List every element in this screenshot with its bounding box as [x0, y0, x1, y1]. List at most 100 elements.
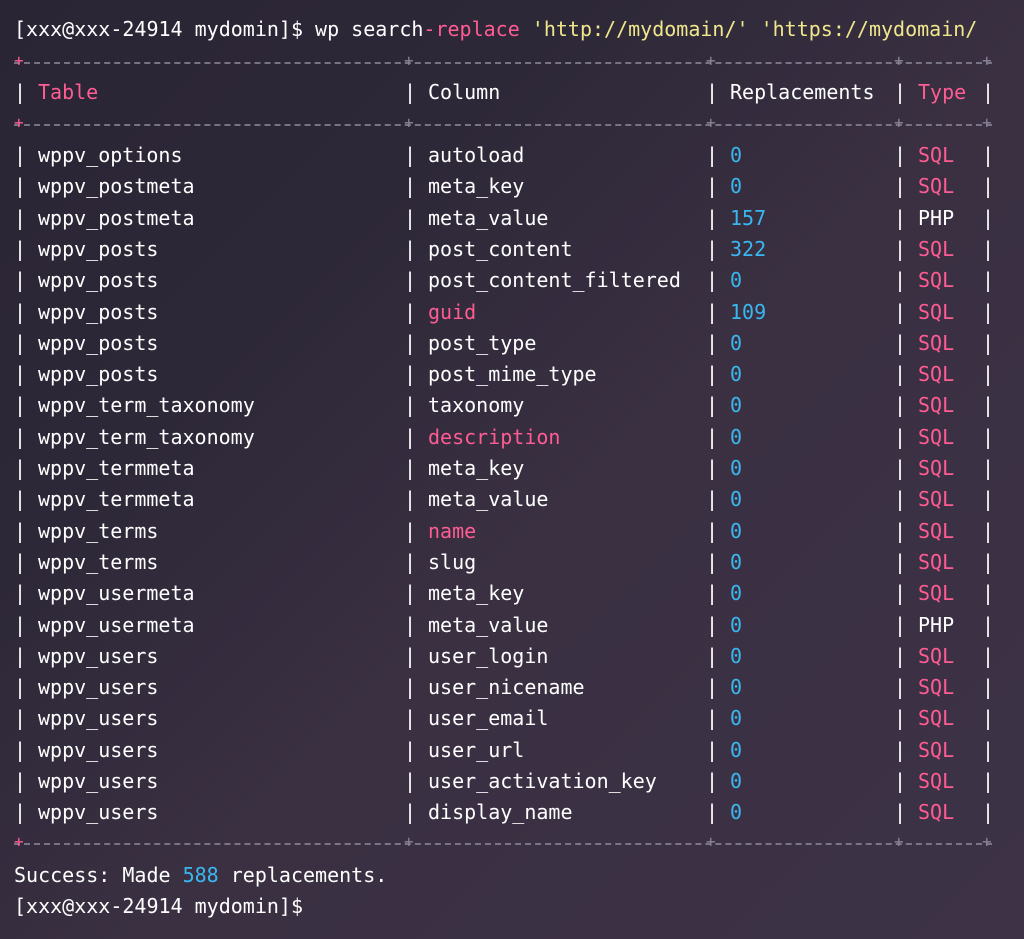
command-subcommand: -replace — [423, 17, 520, 41]
command-name: wp search — [315, 17, 424, 41]
table-corner: + — [982, 832, 992, 851]
column-divider: | — [894, 174, 907, 199]
table-row: | wppv_posts | guid | 109 | SQL | — [14, 297, 1014, 328]
cell-type: SQL — [918, 299, 955, 324]
final-prompt-line[interactable]: [xxx@xxx-24914 mydomin]$ — [14, 891, 303, 922]
column-divider: | — [894, 612, 907, 637]
column-divider: | — [982, 737, 995, 762]
table-row: | wppv_terms | slug | 0 | SQL | — [14, 547, 1014, 578]
cell-table: wppv_termmeta — [38, 487, 195, 512]
cell-table: wppv_usermeta — [38, 612, 195, 637]
column-divider: | — [982, 549, 995, 574]
terminal-window[interactable]: [xxx@xxx-24914 mydomin]$ wp search-repla… — [0, 0, 1024, 939]
cell-column: post_content — [428, 236, 573, 261]
column-divider: | — [894, 456, 907, 480]
cell-replacements: 322 — [730, 236, 767, 261]
result-count: 588 — [182, 863, 219, 887]
command-arg-replace: 'https://mydomain/ — [760, 17, 978, 41]
column-divider: | — [14, 268, 27, 293]
column-divider: | — [706, 581, 719, 606]
column-divider: | — [706, 174, 719, 199]
cell-type: SQL — [918, 737, 955, 762]
cell-column: name — [428, 518, 477, 543]
column-divider: | — [982, 456, 995, 480]
cell-table: wppv_users — [38, 643, 159, 668]
cell-type: SQL — [918, 236, 955, 261]
cell-table: wppv_posts — [38, 330, 159, 355]
column-divider: | — [982, 800, 995, 825]
cell-type: SQL — [918, 330, 955, 355]
cell-replacements: 0 — [730, 518, 743, 543]
shell-prompt: [xxx@xxx-24914 mydomin]$ — [14, 17, 303, 41]
table-row: | wppv_users | user_nicename | 0 | SQL | — [14, 672, 1014, 703]
column-divider: | — [14, 424, 27, 449]
column-divider: | — [706, 643, 719, 668]
column-divider: | — [14, 143, 27, 167]
column-divider: | — [14, 549, 27, 574]
cell-table: wppv_posts — [38, 299, 159, 324]
table-corner: + — [982, 51, 992, 70]
column-divider: | — [14, 612, 27, 637]
column-divider: | — [894, 706, 907, 731]
column-divider: | — [894, 643, 907, 668]
command-line: [xxx@xxx-24914 mydomin]$ wp search-repla… — [14, 14, 977, 45]
cell-replacements: 157 — [730, 205, 767, 230]
cell-replacements: 0 — [730, 424, 743, 449]
table-row: | wppv_posts | post_content_filtered | 0 | SQL | — [14, 265, 1014, 296]
table-corner: + — [404, 51, 414, 70]
cell-column: meta_key — [428, 174, 525, 199]
column-divider: | — [404, 424, 417, 449]
column-divider: | — [706, 268, 719, 293]
cell-type: SQL — [918, 706, 955, 731]
column-divider: | — [14, 456, 27, 480]
command-arg-search: 'http://mydomain/' — [531, 17, 749, 41]
cell-replacements: 0 — [730, 643, 743, 668]
table-row: | wppv_users | user_email | 0 | SQL | — [14, 703, 1014, 734]
column-divider: | — [894, 424, 907, 449]
table-row: | wppv_posts | post_type | 0 | SQL | — [14, 328, 1014, 359]
column-divider: | — [404, 518, 417, 543]
table-row: | wppv_usermeta | meta_key | 0 | SQL | — [14, 578, 1014, 609]
column-divider: | — [404, 487, 417, 512]
cell-type: SQL — [918, 581, 955, 606]
table-row: | wppv_posts | post_mime_type | 0 | SQL | — [14, 359, 1014, 390]
column-divider: | — [404, 236, 417, 261]
cell-column: taxonomy — [428, 393, 525, 418]
cell-column: user_nicename — [428, 675, 585, 700]
cell-column: display_name — [428, 800, 573, 825]
column-divider: | — [982, 518, 995, 543]
cell-table: wppv_term_taxonomy — [38, 424, 255, 449]
column-divider: | — [706, 737, 719, 762]
column-divider: | — [894, 143, 907, 167]
column-divider: | — [14, 518, 27, 543]
column-divider: | — [14, 769, 27, 793]
cell-column: user_activation_key — [428, 769, 657, 793]
cell-column: slug — [428, 549, 477, 574]
cell-table: wppv_posts — [38, 268, 159, 293]
table-row: | wppv_usermeta | meta_value | 0 | PHP | — [14, 610, 1014, 641]
shell-prompt: [xxx@xxx-24914 mydomin]$ — [14, 894, 303, 918]
cell-table: wppv_users — [38, 706, 159, 731]
cell-column: meta_value — [428, 205, 549, 230]
header-replacements: Replacements — [730, 80, 875, 104]
cell-column: post_mime_type — [428, 362, 597, 387]
table-row: | wppv_postmeta | meta_key | 0 | SQL | — [14, 171, 1014, 202]
cell-replacements: 0 — [730, 675, 743, 700]
column-divider: | — [894, 205, 907, 230]
table-row: | wppv_term_taxonomy | taxonomy | 0 | SQL | — [14, 390, 1014, 421]
column-divider: | — [982, 268, 995, 293]
column-divider: | — [982, 706, 995, 731]
cell-column: post_type — [428, 330, 537, 355]
cell-table: wppv_users — [38, 769, 159, 793]
cell-table: wppv_term_taxonomy — [38, 393, 255, 418]
column-divider: | — [14, 800, 27, 825]
cell-table: wppv_users — [38, 675, 159, 700]
cell-type: SQL — [918, 643, 955, 668]
cell-replacements: 0 — [730, 268, 743, 293]
cell-table: wppv_options — [38, 143, 183, 167]
column-divider: | — [706, 549, 719, 574]
table-row: | wppv_postmeta | meta_value | 157 | PHP | — [14, 203, 1014, 234]
cell-type: SQL — [918, 424, 955, 449]
cell-table: wppv_posts — [38, 236, 159, 261]
column-divider: | — [404, 675, 417, 700]
